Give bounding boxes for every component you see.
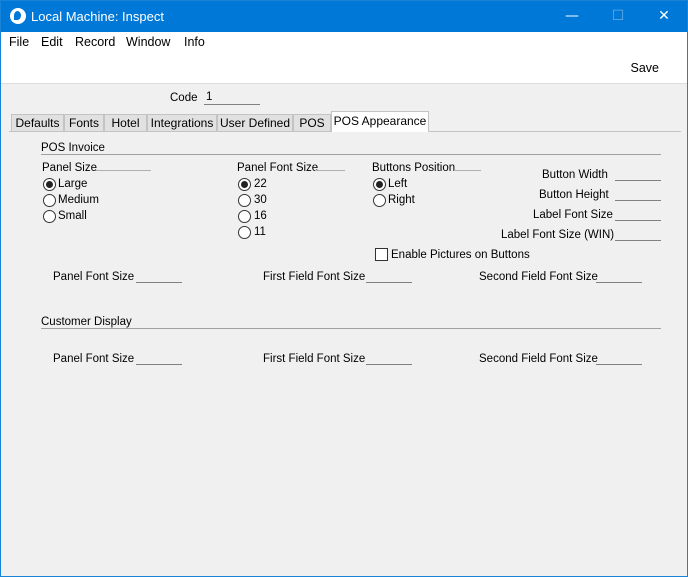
tab-integrations[interactable]: Integrations [147,114,217,132]
tab-pos-appearance[interactable]: POS Appearance [331,111,429,132]
panel-size-medium-label[interactable]: Medium [58,194,99,206]
panel-size-medium-radio[interactable] [43,194,56,207]
tab-user-defined[interactable]: User Defined [217,114,293,132]
display-panel-font-size-field[interactable] [136,351,182,365]
label-font-size-win-field[interactable] [615,227,661,241]
button-height-label: Button Height [539,189,609,201]
menu-window[interactable]: Window [126,35,170,49]
display-second-field-font-size-label: Second Field Font Size [479,353,598,365]
code-field[interactable]: 1 [204,91,260,105]
buttons-position-divider [454,170,481,171]
customer-display-heading: Customer Display [41,316,136,328]
font-size-16-label[interactable]: 16 [254,210,267,222]
menu-bar: File Edit Record Window Info [1,32,687,53]
maximize-icon[interactable]: ☐ [595,1,641,32]
panel-size-divider [96,170,151,171]
font-size-22-radio[interactable] [238,178,251,191]
close-icon[interactable]: ✕ [641,1,687,32]
font-size-22-label[interactable]: 22 [254,178,267,190]
label-font-size-win-label: Label Font Size (WIN) [501,229,615,241]
display-second-field-font-size-field[interactable] [596,351,642,365]
buttons-position-label: Buttons Position [372,162,456,174]
font-size-11-label[interactable]: 11 [254,226,266,238]
font-size-11-radio[interactable] [238,226,251,239]
minimize-icon[interactable]: — [549,1,595,32]
button-height-field[interactable] [615,187,661,201]
display-panel-font-size-label: Panel Font Size [53,353,135,365]
app-window: Local Machine: Inspect — ☐ ✕ File Edit R… [0,0,688,577]
code-label: Code [170,92,198,104]
invoice-panel-font-size-label: Panel Font Size [53,271,135,283]
display-first-field-font-size-label: First Field Font Size [263,353,366,365]
invoice-second-field-font-size-label: Second Field Font Size [479,271,598,283]
menu-edit[interactable]: Edit [41,35,63,49]
tab-defaults[interactable]: Defaults [11,114,64,132]
invoice-panel-font-size-field[interactable] [136,269,182,283]
customer-display-section: Customer Display [41,316,661,329]
panel-size-small-label[interactable]: Small [58,210,87,222]
menu-record[interactable]: Record [75,35,115,49]
label-font-size-field[interactable] [615,207,661,221]
pos-invoice-section: POS Invoice [41,142,661,155]
title-bar[interactable]: Local Machine: Inspect — ☐ ✕ [1,1,687,32]
panel-font-size-divider [315,170,345,171]
panel-size-large-label[interactable]: Large [58,178,87,190]
display-first-field-font-size-field[interactable] [366,351,412,365]
tab-fonts[interactable]: Fonts [64,114,104,132]
tab-pos[interactable]: POS [293,114,331,132]
buttons-left-radio[interactable] [373,178,386,191]
buttons-left-label[interactable]: Left [388,178,407,190]
font-size-30-radio[interactable] [238,194,251,207]
save-button[interactable]: Save [631,61,660,75]
menu-info[interactable]: Info [184,35,205,49]
app-logo-icon [10,8,26,24]
panel-font-size-group-label: Panel Font Size [237,162,319,174]
enable-pictures-checkbox[interactable] [375,248,388,261]
button-width-field[interactable] [615,167,661,181]
panel-size-label: Panel Size [42,162,97,174]
invoice-second-field-font-size-field[interactable] [596,269,642,283]
buttons-right-radio[interactable] [373,194,386,207]
font-size-16-radio[interactable] [238,210,251,223]
toolbar: Save [1,53,687,84]
font-size-30-label[interactable]: 30 [254,194,267,206]
buttons-right-label[interactable]: Right [388,194,415,206]
window-title: Local Machine: Inspect [31,9,164,24]
button-width-label: Button Width [542,169,608,181]
invoice-first-field-font-size-label: First Field Font Size [263,271,366,283]
menu-file[interactable]: File [9,35,29,49]
tab-hotel[interactable]: Hotel [104,114,147,132]
invoice-first-field-font-size-field[interactable] [366,269,412,283]
enable-pictures-label[interactable]: Enable Pictures on Buttons [391,249,530,261]
panel-size-small-radio[interactable] [43,210,56,223]
panel-size-large-radio[interactable] [43,178,56,191]
label-font-size-label: Label Font Size [533,209,613,221]
pos-invoice-heading: POS Invoice [41,142,109,154]
